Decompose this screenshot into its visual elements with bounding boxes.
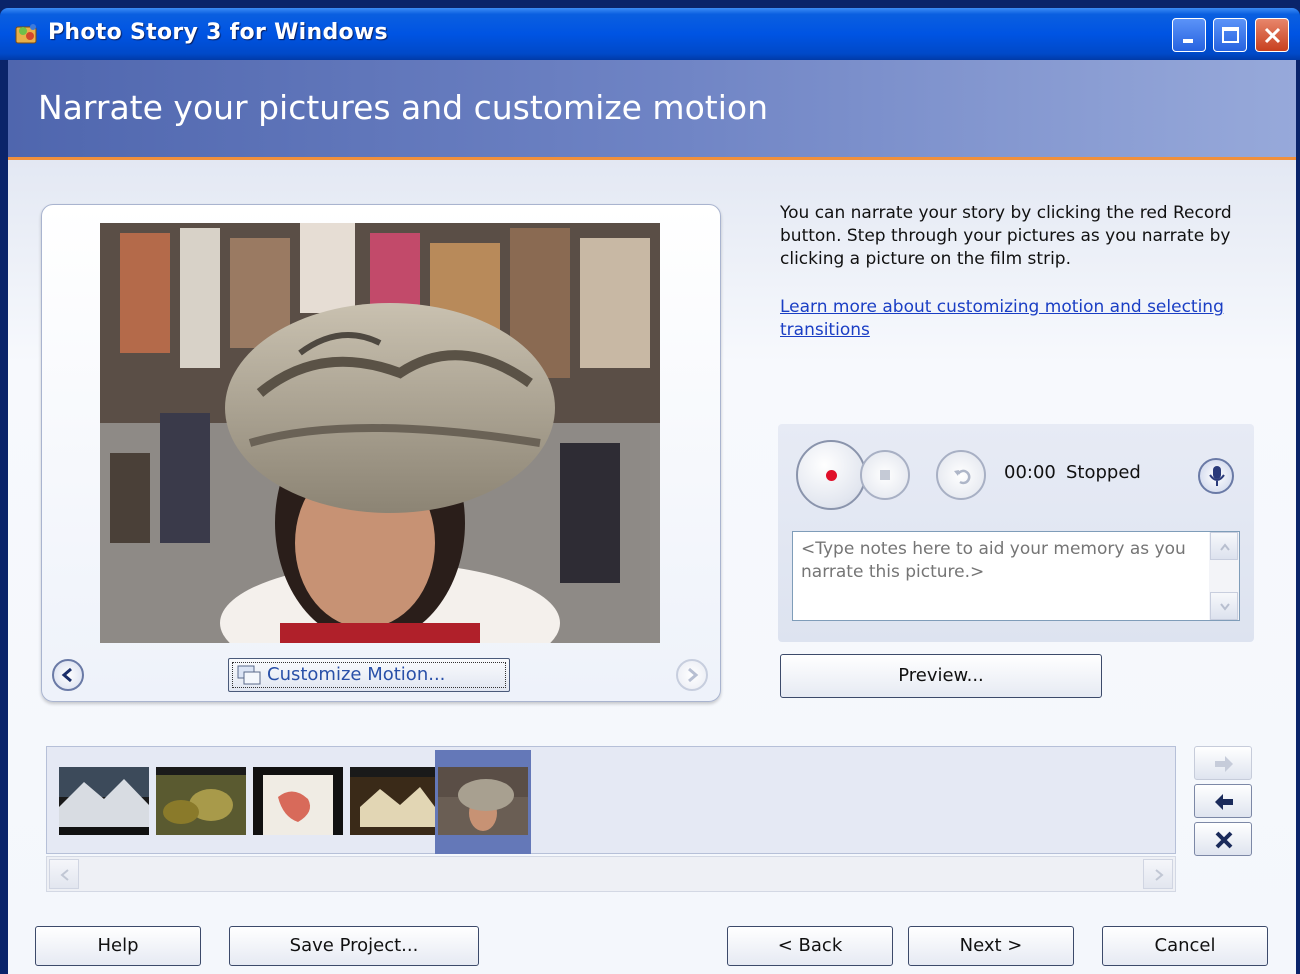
arrow-up-icon: [1220, 543, 1230, 551]
picture-viewer: Customize Motion...: [41, 204, 721, 702]
learn-more-link[interactable]: Learn more about customizing motion and …: [780, 296, 1240, 342]
move-picture-left-button[interactable]: [1194, 784, 1252, 818]
remove-picture-button[interactable]: [1194, 822, 1252, 856]
narration-status: Stopped: [1066, 462, 1141, 483]
wizard-body: Customize Motion... You can narrate your…: [8, 160, 1296, 974]
previous-picture-button[interactable]: [52, 659, 84, 691]
close-icon: [1264, 27, 1281, 44]
app-window: Photo Story 3 for Windows Narrate your p…: [0, 0, 1300, 974]
back-button[interactable]: < Back: [727, 926, 893, 966]
scroll-right-button[interactable]: [1143, 859, 1173, 889]
film-strip-thumbnail[interactable]: [253, 767, 343, 835]
narration-notes-input[interactable]: [793, 532, 1207, 620]
preview-button[interactable]: Preview...: [780, 654, 1102, 698]
minimize-button[interactable]: [1172, 18, 1206, 52]
arrow-right-icon: [1155, 869, 1164, 881]
customize-motion-button[interactable]: Customize Motion...: [228, 658, 510, 692]
page-header: Narrate your pictures and customize moti…: [8, 60, 1296, 160]
arrow-right-icon: [1215, 756, 1233, 772]
scroll-down-button[interactable]: [1210, 592, 1238, 620]
move-picture-right-button[interactable]: [1194, 746, 1252, 780]
window-title: Photo Story 3 for Windows: [48, 20, 388, 45]
film-strip-scrollbar[interactable]: [46, 856, 1176, 892]
narration-notes: [792, 531, 1240, 621]
film-strip-thumbnail[interactable]: [59, 767, 149, 835]
record-button[interactable]: [796, 440, 866, 510]
microphone-icon: [1209, 466, 1225, 486]
undo-recording-button[interactable]: [936, 450, 986, 500]
motion-icon: [237, 665, 261, 685]
film-strip[interactable]: [46, 746, 1176, 854]
save-project-button[interactable]: Save Project...: [229, 926, 479, 966]
cancel-button[interactable]: Cancel: [1102, 926, 1268, 966]
film-strip-thumbnail[interactable]: [350, 767, 440, 835]
page-title: Narrate your pictures and customize moti…: [38, 88, 768, 127]
next-button[interactable]: Next >: [908, 926, 1074, 966]
app-icon: [15, 24, 37, 44]
customize-motion-label: Customize Motion...: [267, 664, 446, 685]
selected-picture: [100, 223, 660, 643]
arrow-left-icon: [60, 869, 69, 881]
record-icon: [826, 470, 837, 481]
film-strip-thumbnail-selected[interactable]: [438, 767, 528, 835]
close-button[interactable]: [1255, 18, 1289, 52]
instructions-text: You can narrate your story by clicking t…: [780, 203, 1232, 269]
maximize-button[interactable]: [1213, 18, 1247, 52]
narration-time: 00:00: [1004, 462, 1056, 483]
narration-panel: 00:00 Stopped: [778, 424, 1254, 642]
chevron-left-icon: [61, 667, 72, 683]
microphone-button[interactable]: [1198, 458, 1234, 494]
maximize-icon: [1222, 27, 1239, 43]
film-strip-thumbnail[interactable]: [156, 767, 246, 835]
stop-button[interactable]: [860, 450, 910, 500]
scroll-up-button[interactable]: [1210, 532, 1238, 560]
minimize-icon: [1183, 39, 1193, 43]
delete-icon: [1215, 831, 1233, 849]
wizard-client: Narrate your pictures and customize moti…: [8, 60, 1296, 974]
scroll-left-button[interactable]: [49, 859, 79, 889]
help-button[interactable]: Help: [35, 926, 201, 966]
undo-icon: [954, 469, 971, 485]
arrow-down-icon: [1220, 603, 1230, 611]
arrow-left-icon: [1215, 794, 1233, 810]
stop-icon: [880, 470, 890, 480]
title-bar[interactable]: Photo Story 3 for Windows: [0, 8, 1300, 60]
chevron-right-icon: [688, 667, 699, 683]
notes-scrollbar[interactable]: [1209, 532, 1239, 620]
next-picture-button[interactable]: [676, 659, 708, 691]
